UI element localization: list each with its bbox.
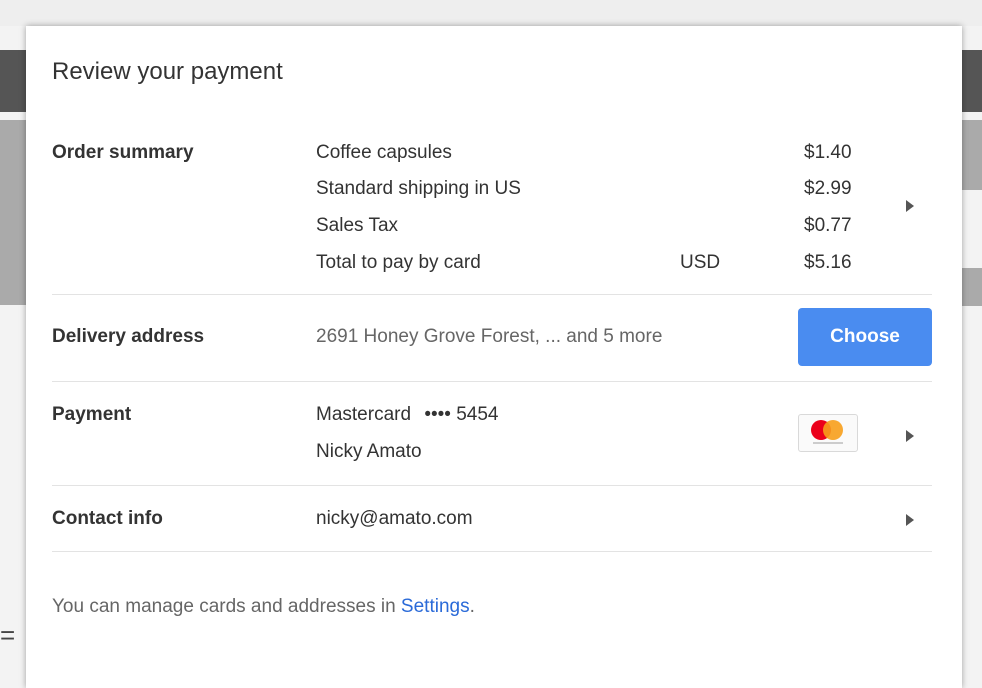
total-currency: USD bbox=[680, 252, 721, 273]
card-brand: Mastercard bbox=[316, 404, 412, 425]
contact-info-label: Contact info bbox=[52, 508, 163, 529]
line-item-name: Sales Tax bbox=[316, 215, 399, 236]
payment-card-line: Mastercard •••• 5454 bbox=[316, 404, 498, 426]
order-summary-label: Order summary bbox=[52, 142, 194, 163]
choose-address-button[interactable]: Choose bbox=[798, 308, 932, 366]
background-panel-left bbox=[0, 120, 26, 305]
dialog-title: Review your payment bbox=[52, 58, 283, 85]
chevron-right-icon[interactable] bbox=[906, 430, 914, 442]
total-price: $5.16 bbox=[804, 252, 852, 273]
line-item-price: $0.77 bbox=[804, 215, 852, 236]
footer-text: You can manage cards and addresses in bbox=[52, 596, 401, 617]
chevron-right-icon[interactable] bbox=[906, 200, 914, 212]
payment-section[interactable]: Payment Mastercard •••• 5454 Nicky Amato bbox=[52, 382, 932, 486]
card-holder-name: Nicky Amato bbox=[316, 441, 422, 462]
mastercard-icon bbox=[798, 414, 858, 452]
contact-info-section[interactable]: Contact info nicky@amato.com bbox=[52, 486, 932, 552]
footer-note: You can manage cards and addresses in Se… bbox=[52, 596, 475, 618]
line-item-name: Coffee capsules bbox=[316, 142, 452, 163]
mastercard-yellow-circle bbox=[823, 420, 843, 440]
delivery-address-label: Delivery address bbox=[52, 326, 205, 347]
background-partial-glyph: = bbox=[0, 620, 16, 650]
line-item-price: $2.99 bbox=[804, 178, 852, 199]
contact-email: nicky@amato.com bbox=[316, 508, 473, 529]
chevron-right-icon[interactable] bbox=[906, 514, 914, 526]
settings-link[interactable]: Settings bbox=[401, 596, 470, 617]
delivery-address-section[interactable]: Delivery address 2691 Honey Grove Forest… bbox=[52, 295, 932, 382]
footer-suffix: . bbox=[469, 596, 475, 617]
background-page-top bbox=[0, 0, 982, 26]
card-number-masked: •••• 5454 bbox=[424, 404, 499, 425]
payment-label: Payment bbox=[52, 404, 132, 425]
order-summary-section[interactable]: Order summary Coffee capsules $1.40 Stan… bbox=[52, 130, 932, 295]
total-label: Total to pay by card bbox=[316, 252, 481, 273]
mastercard-wordmark bbox=[813, 442, 843, 444]
line-item-price: $1.40 bbox=[804, 142, 852, 163]
line-item-name: Standard shipping in US bbox=[316, 178, 521, 199]
delivery-address-value: 2691 Honey Grove Forest, ... and 5 more bbox=[316, 326, 663, 347]
payment-review-dialog: Review your payment Order summary Coffee… bbox=[26, 26, 962, 688]
